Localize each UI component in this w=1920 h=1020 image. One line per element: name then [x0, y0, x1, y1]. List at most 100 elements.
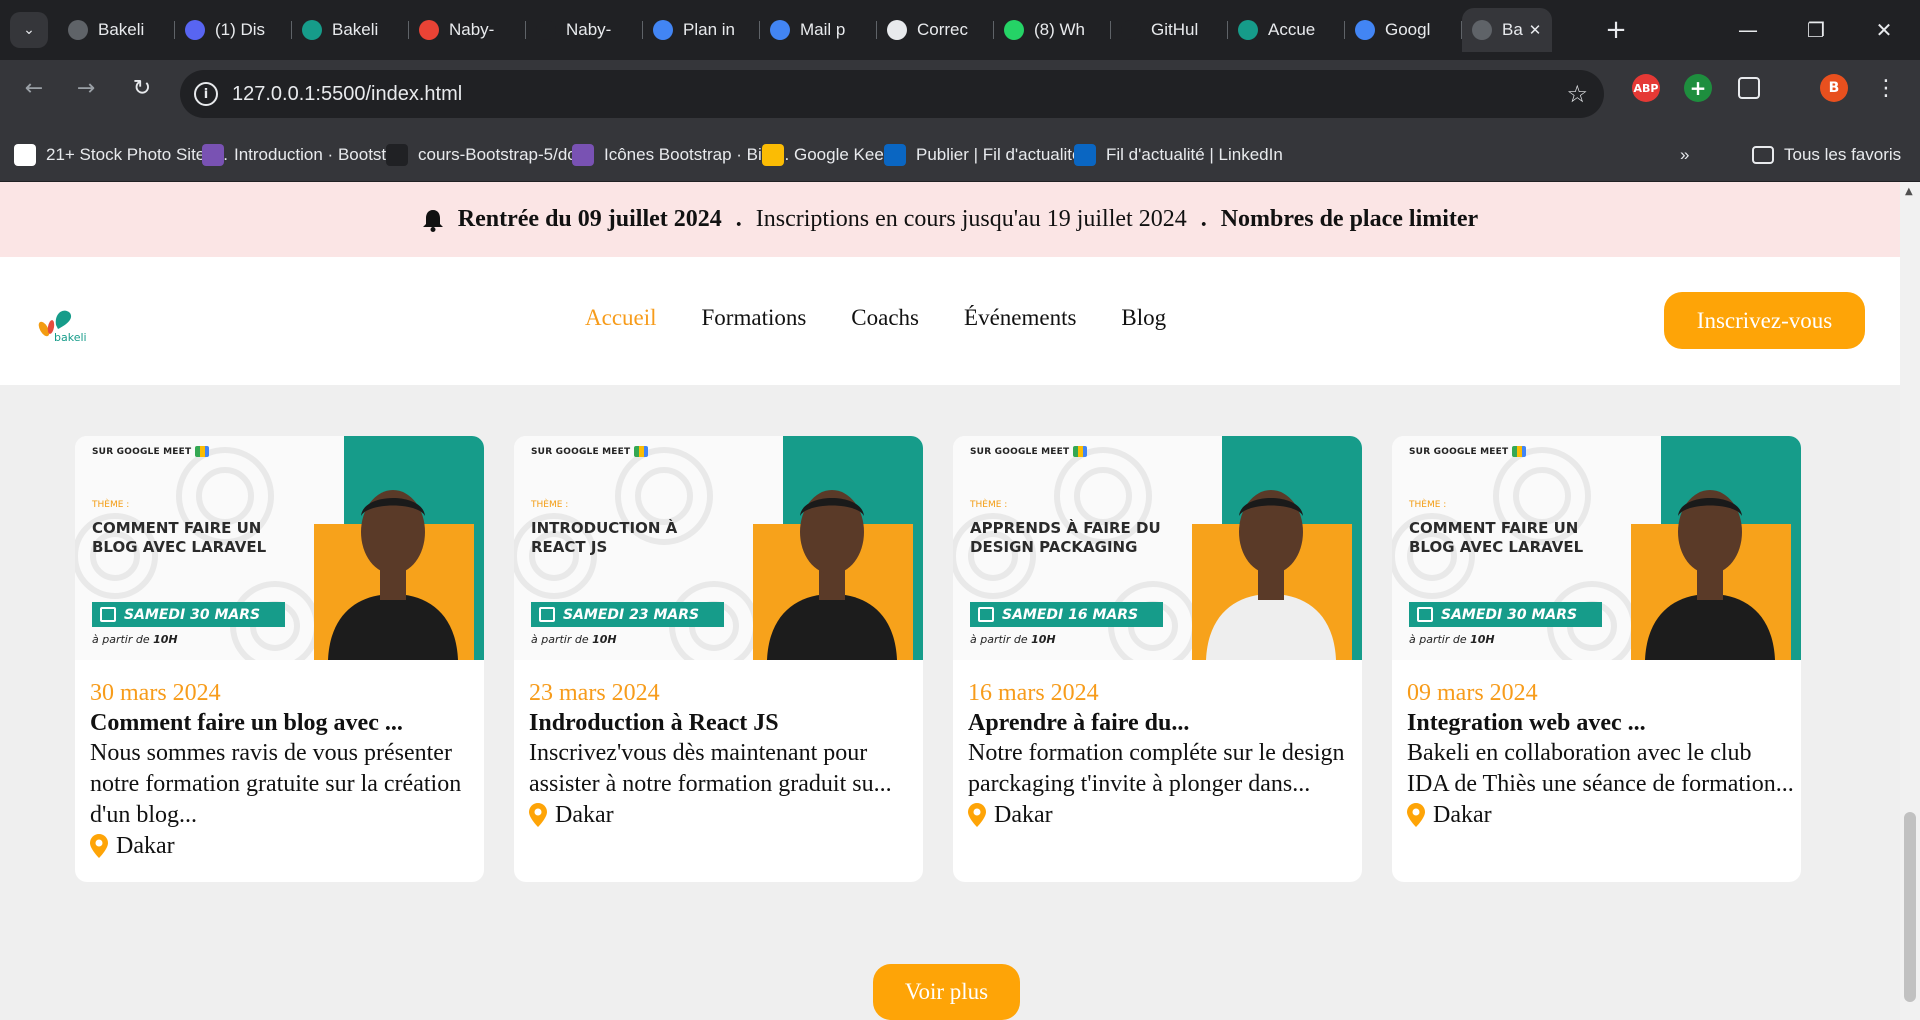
scrollbar-thumb[interactable] [1904, 812, 1916, 1002]
event-location: Dakar [1407, 800, 1786, 830]
nav-link-1[interactable]: Formations [702, 305, 807, 331]
restore-button[interactable]: ❐ [1796, 10, 1836, 50]
bakeli-icon [1238, 20, 1258, 40]
bookmark-item[interactable]: Icônes Bootstrap · Bibl... [572, 141, 789, 169]
browser-tab[interactable]: Ba ✕ [1462, 8, 1552, 52]
banner-time: à partir de 10H [1409, 633, 1495, 646]
add-extension-icon[interactable]: + [1684, 74, 1712, 102]
reload-button[interactable]: ↻ [124, 70, 160, 106]
event-card[interactable]: SUR GOOGLE MEET THÈME : APPRENDS À FAIRE… [953, 436, 1362, 882]
event-location: Dakar [968, 800, 1347, 830]
browser-tab[interactable]: Accue [1228, 8, 1345, 52]
browser-tab[interactable]: Naby- [409, 8, 526, 52]
bootstrap-icon [202, 144, 224, 166]
extensions-puzzle-icon[interactable] [1738, 77, 1760, 99]
forward-button[interactable]: → [68, 70, 104, 106]
event-description: Bakeli en collaboration avec le club IDA… [1407, 740, 1794, 797]
event-title[interactable]: Indroduction à React JS [529, 708, 908, 738]
close-window-button[interactable]: ✕ [1864, 10, 1904, 50]
banner-theme: INTRODUCTION À REACT JS [531, 519, 678, 556]
url-text[interactable]: 127.0.0.1:5500/index.html [232, 83, 462, 106]
map-pin-icon [1407, 803, 1425, 827]
bakeli-logo[interactable]: bakeli [36, 303, 100, 343]
register-button[interactable]: Inscrivez-vous [1664, 292, 1865, 349]
announcement-separator: . [1200, 206, 1207, 232]
all-bookmarks-label: Tous les favoris [1784, 145, 1902, 164]
all-bookmarks-folder[interactable]: Tous les favoris [1752, 141, 1901, 169]
bookmark-item[interactable]: 21+ Stock Photo Sites... [14, 141, 228, 169]
browser-tab[interactable]: Correc [877, 8, 994, 52]
github-icon [1121, 20, 1141, 40]
browser-tab[interactable]: Googl [1345, 8, 1462, 52]
profile-avatar[interactable]: B [1820, 74, 1848, 102]
event-card[interactable]: SUR GOOGLE MEET THÈME : COMMENT FAIRE UN… [75, 436, 484, 882]
banner-date-text: SAMEDI 23 MARS [563, 606, 700, 623]
event-card[interactable]: SUR GOOGLE MEET THÈME : INTRODUCTION À R… [514, 436, 923, 882]
event-title[interactable]: Comment faire un blog avec ... [90, 708, 469, 738]
banner-time: à partir de 10H [92, 633, 178, 646]
close-tab-icon[interactable]: ✕ [1529, 21, 1542, 39]
back-button[interactable]: ← [16, 70, 52, 106]
scroll-up-arrow-icon[interactable]: ▲ [1905, 186, 1913, 197]
site-info-icon[interactable]: i [194, 82, 218, 106]
web-page: Rentrée du 09 juillet 2024 . Inscription… [0, 182, 1900, 1020]
browser-menu-button[interactable]: ⋮ [1868, 70, 1904, 106]
adblock-label: ABP [1633, 81, 1659, 95]
new-tab-button[interactable]: + [1600, 14, 1632, 46]
event-date: 23 mars 2024 [529, 680, 660, 706]
event-description: Notre formation compléte sur le design p… [968, 740, 1345, 797]
bookmark-item[interactable]: Publier | Fil d'actualité... [884, 141, 1096, 169]
browser-tab[interactable]: (1) Dis [175, 8, 292, 52]
minimize-icon: — [1738, 18, 1758, 42]
location-text: Dakar [994, 802, 1053, 828]
browser-tab[interactable]: (8) Wh [994, 8, 1111, 52]
event-banner: SUR GOOGLE MEET THÈME : COMMENT FAIRE UN… [1392, 436, 1801, 660]
speaker-photo [328, 490, 458, 660]
event-banner: SUR GOOGLE MEET THÈME : COMMENT FAIRE UN… [75, 436, 484, 660]
location-text: Dakar [116, 833, 175, 859]
arrow-right-icon: → [76, 75, 96, 101]
time-prefix: à partir de [1409, 633, 1467, 646]
page-scrollbar[interactable]: ▲ [1900, 182, 1920, 1020]
nav-link-3[interactable]: Événements [964, 305, 1076, 331]
banner-time: à partir de 10H [970, 633, 1056, 646]
bookmark-item[interactable]: Fil d'actualité | LinkedIn [1074, 141, 1283, 169]
see-more-button[interactable]: Voir plus [873, 964, 1020, 1020]
browser-tab[interactable]: Mail p [760, 8, 877, 52]
event-title[interactable]: Integration web avec ... [1407, 708, 1786, 738]
event-location: Dakar [90, 831, 469, 861]
browser-tab[interactable]: Naby- [526, 8, 643, 52]
event-description: Inscrivez'vous dès maintenant pour assis… [529, 740, 892, 797]
minimize-button[interactable]: — [1728, 10, 1768, 50]
event-banner: SUR GOOGLE MEET THÈME : INTRODUCTION À R… [514, 436, 923, 660]
browser-tab[interactable]: GitHul [1111, 8, 1228, 52]
event-card[interactable]: SUR GOOGLE MEET THÈME : COMMENT FAIRE UN… [1392, 436, 1801, 882]
location-text: Dakar [555, 802, 614, 828]
browser-tab[interactable]: Bakeli [58, 8, 175, 52]
tab-search-button[interactable]: ⌄ [10, 12, 48, 48]
bookmark-star-icon[interactable]: ☆ [1566, 80, 1588, 108]
adblock-extension-icon[interactable]: ABP [1632, 74, 1660, 102]
tab-title: (8) Wh [1034, 20, 1085, 39]
event-card-body: 16 mars 2024 Aprendre à faire du... Notr… [953, 660, 1362, 830]
bookmark-item[interactable]: Introduction · Bootstr... [202, 141, 405, 169]
browser-tab[interactable]: Plan in [643, 8, 760, 52]
bookmark-item[interactable]: cours-Bootstrap-5/do... [386, 141, 591, 169]
event-card-body: 23 mars 2024 Indroduction à React JS Ins… [514, 660, 923, 830]
tab-title: GitHul [1151, 20, 1199, 39]
address-bar[interactable]: i 127.0.0.1:5500/index.html ☆ [180, 70, 1604, 118]
time-value: 10H [1031, 633, 1056, 646]
nav-link-0[interactable]: Accueil [585, 305, 657, 331]
event-title[interactable]: Aprendre à faire du... [968, 708, 1347, 738]
tab-list: Bakeli (1) Dis Bakeli Naby- Naby- Plan in Mail… [58, 8, 1552, 52]
bookmark-item[interactable]: Google Keep [762, 141, 893, 169]
main-nav-links: Accueil Formations Coachs Événements Blog [585, 305, 1211, 331]
bookmarks-overflow-button[interactable]: » [1680, 141, 1689, 169]
banner-date: SAMEDI 23 MARS [531, 602, 724, 627]
time-prefix: à partir de [970, 633, 1028, 646]
github-icon [536, 20, 556, 40]
nav-link-2[interactable]: Coachs [851, 305, 919, 331]
nav-link-4[interactable]: Blog [1121, 305, 1166, 331]
browser-tab[interactable]: Bakeli [292, 8, 409, 52]
location-text: Dakar [1433, 802, 1492, 828]
